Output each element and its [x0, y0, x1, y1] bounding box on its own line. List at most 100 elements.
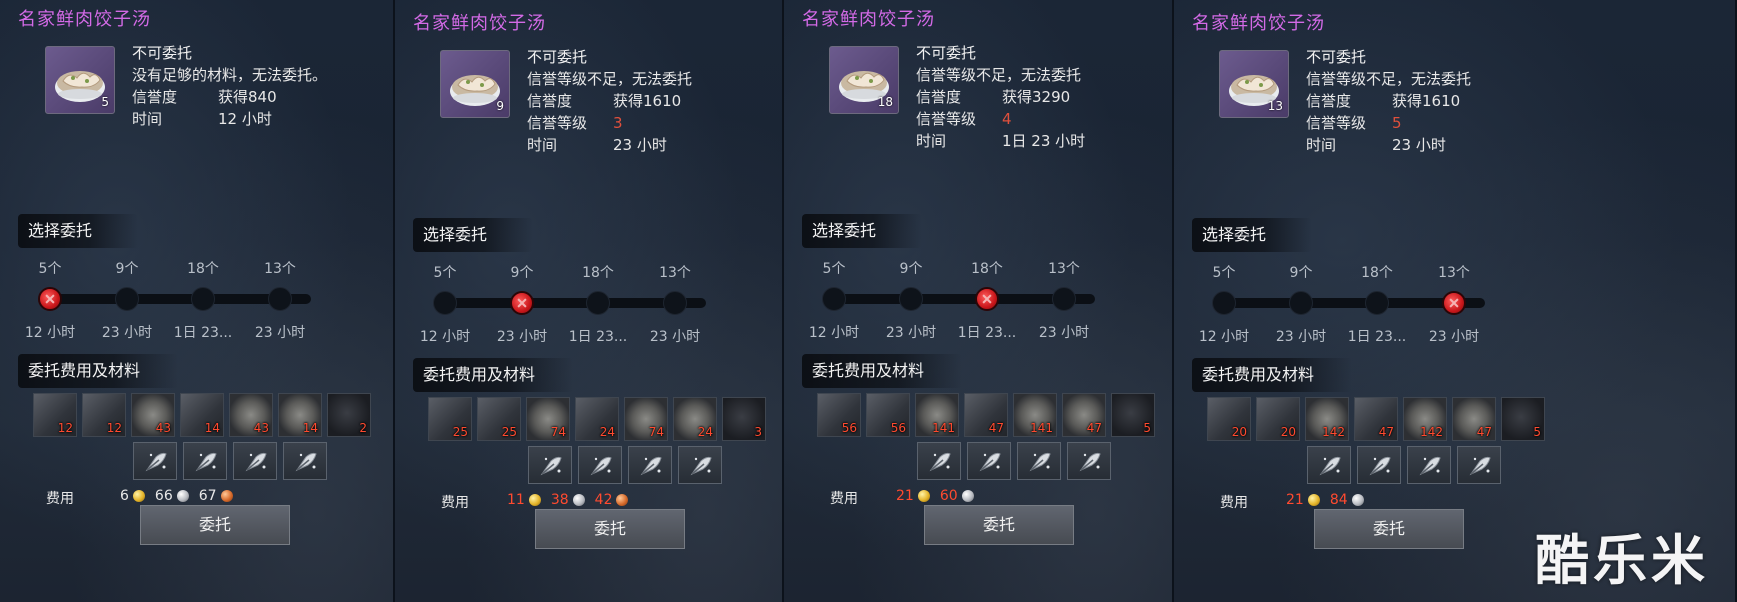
material-count: 3 — [754, 425, 762, 439]
slider-node[interactable] — [822, 287, 846, 311]
option-count: 9个 — [899, 261, 923, 277]
leaf-sprout-icon[interactable] — [967, 442, 1011, 480]
delegate-button[interactable]: 委托 — [924, 505, 1074, 545]
red-x-marker-icon[interactable] — [38, 287, 62, 311]
leaf-sprout-icon[interactable] — [133, 442, 177, 480]
copper-coin-icon — [616, 494, 629, 506]
option-count: 13个 — [659, 265, 691, 281]
material-count: 24 — [697, 425, 713, 439]
slider-node[interactable] — [899, 287, 923, 311]
material-slot[interactable]: 12 — [33, 393, 77, 437]
material-slot[interactable]: 47 — [1452, 397, 1496, 441]
red-x-marker-icon[interactable] — [975, 287, 999, 311]
slider-node[interactable] — [115, 287, 139, 311]
slider-node[interactable] — [1052, 287, 1076, 311]
option-time: 1日 23... — [1347, 329, 1407, 345]
material-slot[interactable]: 47 — [1354, 397, 1398, 441]
leaf-sprout-icon[interactable] — [528, 446, 572, 484]
option-time: 23 小时 — [885, 325, 937, 341]
fee-amount: 38 — [550, 492, 569, 508]
tools-row — [528, 446, 722, 484]
item-quantity: 9 — [496, 99, 504, 113]
slider-node[interactable] — [1365, 291, 1389, 315]
item-info: 不可委托 信誉等级不足，无法委托 信誉度 获得1610 信誉等级 3 时间 23 小时 — [527, 46, 692, 156]
material-slot[interactable]: 142 — [1305, 397, 1349, 441]
material-slot[interactable]: 25 — [477, 397, 521, 441]
red-x-marker-icon[interactable] — [1442, 291, 1466, 315]
slider-node[interactable] — [268, 287, 292, 311]
material-slot[interactable]: 3 — [722, 397, 766, 441]
material-slot[interactable]: 24 — [575, 397, 619, 441]
material-slot[interactable]: 12 — [82, 393, 126, 437]
reputation-row: 信誉度 获得840 — [132, 86, 327, 108]
material-slot[interactable]: 142 — [1403, 397, 1447, 441]
reputation-level-value: 3 — [613, 114, 623, 132]
leaf-sprout-icon[interactable] — [1407, 446, 1451, 484]
slider-node[interactable] — [1212, 291, 1236, 315]
leaf-sprout-icon[interactable] — [1307, 446, 1351, 484]
fee-label: 费用 — [1220, 495, 1248, 511]
material-slot[interactable]: 2 — [327, 393, 371, 437]
materials-row: 12 12 43 14 43 14 2 — [33, 393, 371, 437]
material-slot[interactable]: 74 — [526, 397, 570, 441]
delegation-panel: 名家鲜肉饺子汤 18 不可委托 信誉等级不足，无法委托 信誉度 获得3290 信誉等级 4 时间… — [784, 0, 1174, 602]
option-time: 12 小时 — [808, 325, 860, 341]
red-x-marker-icon[interactable] — [510, 291, 534, 315]
leaf-sprout-icon[interactable] — [678, 446, 722, 484]
materials-heading: 委托费用及材料 — [18, 354, 178, 388]
reputation-level-row: 信誉等级 5 — [1306, 112, 1471, 134]
material-count: 47 — [988, 421, 1004, 435]
material-slot[interactable]: 141 — [1013, 393, 1057, 437]
leaf-sprout-icon[interactable] — [183, 442, 227, 480]
delegation-panel: 名家鲜肉饺子汤 9 不可委托 信誉等级不足，无法委托 信誉度 获得1610 信誉等级 3 时间 2… — [395, 0, 784, 602]
option-time: 1日 23... — [957, 325, 1017, 341]
material-slot[interactable]: 5 — [1501, 397, 1545, 441]
delegate-button[interactable]: 委托 — [140, 505, 290, 545]
fee-amount: 67 — [198, 488, 217, 504]
leaf-sprout-icon[interactable] — [578, 446, 622, 484]
leaf-sprout-icon[interactable] — [233, 442, 277, 480]
material-slot[interactable]: 14 — [278, 393, 322, 437]
option-time: 23 小时 — [254, 325, 306, 341]
delegate-button[interactable]: 委托 — [535, 509, 685, 549]
material-slot[interactable]: 47 — [964, 393, 1008, 437]
reputation-level-label: 信誉等级 — [916, 110, 977, 128]
time-value: 1日 23 小时 — [1002, 132, 1086, 150]
leaf-sprout-icon[interactable] — [283, 442, 327, 480]
material-slot[interactable]: 74 — [624, 397, 668, 441]
watermark: 酷乐米 — [1535, 529, 1709, 592]
material-count: 47 — [1476, 425, 1492, 439]
slider-node[interactable] — [191, 287, 215, 311]
material-slot[interactable]: 24 — [673, 397, 717, 441]
material-slot[interactable]: 20 — [1256, 397, 1300, 441]
dumpling-soup-icon: 18 — [829, 46, 899, 114]
material-slot[interactable]: 56 — [866, 393, 910, 437]
leaf-sprout-icon[interactable] — [1067, 442, 1111, 480]
leaf-sprout-icon[interactable] — [628, 446, 672, 484]
item-title: 名家鲜肉饺子汤 — [18, 9, 151, 30]
leaf-sprout-icon[interactable] — [1017, 442, 1061, 480]
delegation-status: 不可委托 — [1306, 48, 1367, 66]
material-slot[interactable]: 14 — [180, 393, 224, 437]
slider-node[interactable] — [1289, 291, 1313, 315]
slider-node[interactable] — [663, 291, 687, 315]
material-slot[interactable]: 56 — [817, 393, 861, 437]
material-slot[interactable]: 43 — [229, 393, 273, 437]
material-slot[interactable]: 47 — [1062, 393, 1106, 437]
material-slot[interactable]: 141 — [915, 393, 959, 437]
material-count: 43 — [155, 421, 171, 435]
slider-node[interactable] — [586, 291, 610, 315]
material-count: 43 — [253, 421, 269, 435]
leaf-sprout-icon[interactable] — [917, 442, 961, 480]
option-count: 9个 — [510, 265, 534, 281]
material-slot[interactable]: 20 — [1207, 397, 1251, 441]
leaf-sprout-icon[interactable] — [1457, 446, 1501, 484]
item-info: 不可委托 没有足够的材料，无法委托。 信誉度 获得840 时间 12 小时 — [132, 42, 327, 130]
delegate-button[interactable]: 委托 — [1314, 509, 1464, 549]
material-slot[interactable]: 43 — [131, 393, 175, 437]
material-slot[interactable]: 5 — [1111, 393, 1155, 437]
material-slot[interactable]: 25 — [428, 397, 472, 441]
leaf-sprout-icon[interactable] — [1357, 446, 1401, 484]
material-count: 74 — [550, 425, 566, 439]
slider-node[interactable] — [433, 291, 457, 315]
